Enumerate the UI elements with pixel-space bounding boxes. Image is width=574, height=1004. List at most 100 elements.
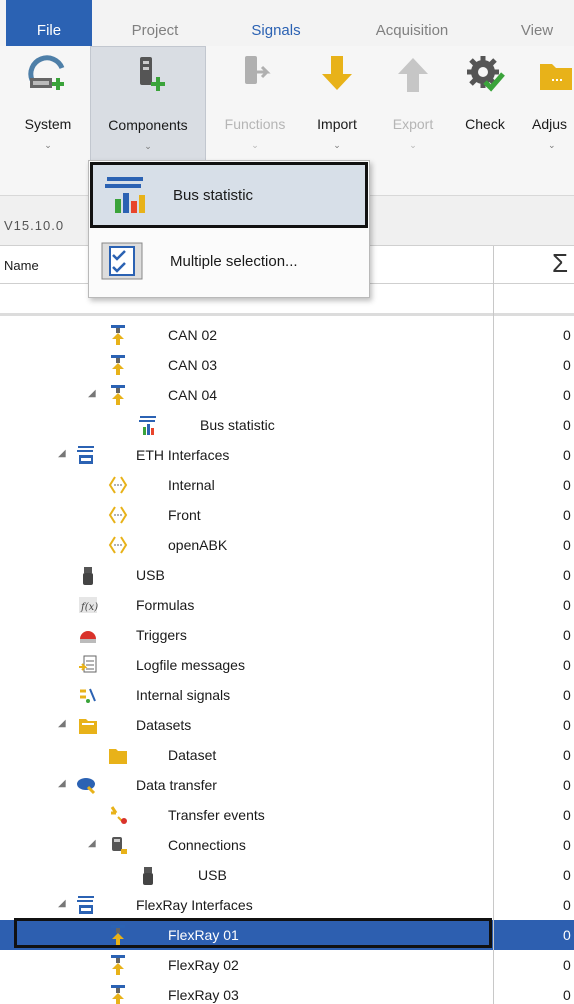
column-divider (493, 246, 494, 1004)
tree-row-label: CAN 04 (168, 387, 218, 403)
menu-item-bus-statistic[interactable]: Bus statistic (90, 162, 368, 228)
tree-row-label: Internal (168, 477, 215, 493)
chevron-down-icon: ⌄ (548, 140, 556, 150)
tree-row[interactable]: Front 0 (0, 500, 574, 530)
tree-row-count: 0 (563, 867, 571, 883)
tree-row-label: Triggers (136, 627, 187, 643)
functions-icon (245, 56, 271, 84)
collapse-toggle-icon[interactable]: ◢ (88, 838, 96, 849)
tree-row-label: Transfer events (168, 807, 265, 823)
tab-file[interactable]: File (6, 0, 92, 46)
tree-row[interactable]: ◢ Connections 0 (0, 830, 574, 860)
tree-row[interactable]: CAN 02 0 (0, 320, 574, 350)
tree-row-label: Formulas (136, 597, 195, 613)
collapse-toggle-icon[interactable]: ◢ (58, 718, 66, 729)
tree-row-count: 0 (563, 387, 571, 403)
tree-row[interactable]: Triggers 0 (0, 620, 574, 650)
tree-row-label: Logfile messages (136, 657, 245, 673)
tree-row[interactable]: Transfer events 0 (0, 800, 574, 830)
tree-row-label: ETH Interfaces (136, 447, 230, 463)
tree-row-count: 0 (563, 897, 571, 913)
chevron-down-icon: ⌄ (333, 140, 341, 150)
tab-signals[interactable]: Signals (226, 0, 326, 46)
tree-row-count: 0 (563, 567, 571, 583)
adjust-label: Adjus (532, 116, 568, 132)
tree-row-count: 0 (563, 507, 571, 523)
tree-row[interactable]: USB 0 (0, 860, 574, 890)
collapse-toggle-icon[interactable]: ◢ (58, 898, 66, 909)
tree-row-label: Datasets (136, 717, 192, 733)
system-label: System (24, 116, 72, 132)
eth-port-icon (108, 476, 128, 494)
tab-project[interactable]: Project (110, 0, 200, 46)
menu-item-label: Multiple selection... (170, 253, 298, 270)
dataset-folder-icon (109, 749, 127, 764)
tree-row[interactable]: ◢ ETH Interfaces 0 (0, 440, 574, 470)
tree-row[interactable]: FlexRay 01 0 (0, 920, 574, 950)
collapse-toggle-icon[interactable]: ◢ (88, 388, 96, 399)
chevron-down-icon: ⌄ (44, 140, 52, 150)
export-button[interactable]: Export ⌄ (376, 46, 450, 164)
tree-row-label: Front (168, 507, 201, 523)
tree-row[interactable]: ◢ FlexRay Interfaces 0 (0, 890, 574, 920)
tree-row[interactable]: ◢ CAN 04 0 (0, 380, 574, 410)
column-header-name[interactable]: Name (4, 258, 39, 273)
internal-signals-icon (80, 688, 96, 703)
functions-label: Functions (224, 116, 286, 132)
tree-row-label: FlexRay 03 (168, 987, 239, 1003)
tree-row-label: CAN 02 (168, 327, 218, 343)
tree-row-count: 0 (563, 597, 571, 613)
tree-row-label: Data transfer (136, 777, 217, 793)
tab-view[interactable]: View (500, 0, 574, 46)
tree-row[interactable]: Internal 0 (0, 470, 574, 500)
tree-row-count: 0 (563, 807, 571, 823)
column-header-sum[interactable]: Σ (552, 248, 568, 279)
can-interface-icon (111, 355, 125, 375)
import-button[interactable]: Import ⌄ (304, 46, 370, 164)
tree-row[interactable]: ◢ Datasets 0 (0, 710, 574, 740)
tree-row[interactable]: Internal signals 0 (0, 680, 574, 710)
tree-row-label: FlexRay 02 (168, 957, 239, 973)
tree-row[interactable]: FlexRay 03 0 (0, 980, 574, 1004)
tree-row[interactable]: Dataset 0 (0, 740, 574, 770)
tree-row-count: 0 (563, 927, 571, 943)
flexray-interface-icon (111, 925, 125, 945)
tree-row-label: USB (198, 867, 227, 883)
tree-row[interactable]: ◢ Data transfer 0 (0, 770, 574, 800)
components-add-icon (140, 57, 165, 91)
menu-item-multiple-selection[interactable]: Multiple selection... (90, 231, 368, 297)
tree-row[interactable]: FlexRay 02 0 (0, 950, 574, 980)
tree-row-count: 0 (563, 717, 571, 733)
chevron-down-icon: ⌄ (409, 140, 417, 150)
adjust-folder-icon (540, 64, 572, 90)
check-label: Check (465, 116, 505, 132)
export-label: Export (392, 116, 434, 132)
svg-text:f(x): f(x) (80, 602, 98, 613)
tree-row[interactable]: f(x) Formulas 0 (0, 590, 574, 620)
menu-item-label: Bus statistic (173, 187, 254, 204)
system-add-icon (28, 55, 65, 90)
tree-row-count: 0 (563, 357, 571, 373)
system-button[interactable]: System ⌄ (8, 46, 88, 164)
export-arrow-icon (398, 58, 428, 92)
tree-row[interactable]: openABK 0 (0, 530, 574, 560)
functions-button[interactable]: Functions ⌄ (212, 46, 298, 164)
version-label: V15.10.0 (4, 218, 65, 233)
tree-row-label: FlexRay 01 (168, 927, 239, 943)
tree-row[interactable]: Bus statistic 0 (0, 410, 574, 440)
tree-row[interactable]: CAN 03 0 (0, 350, 574, 380)
check-button[interactable]: Check (452, 46, 518, 164)
tree-row[interactable]: Logfile messages 0 (0, 650, 574, 680)
components-button[interactable]: Components ⌄ (90, 46, 206, 164)
components-dropdown-menu: Bus statistic Multiple selection... (88, 160, 370, 298)
tree-row-count: 0 (563, 447, 571, 463)
tree-row-label: Dataset (168, 747, 217, 763)
usb-icon (143, 867, 153, 885)
collapse-toggle-icon[interactable]: ◢ (58, 778, 66, 789)
tab-acquisition[interactable]: Acquisition (350, 0, 474, 46)
tree-row[interactable]: USB 0 (0, 560, 574, 590)
adjust-button[interactable]: Adjus ⌄ (524, 46, 574, 164)
tree-row-count: 0 (563, 657, 571, 673)
collapse-toggle-icon[interactable]: ◢ (58, 448, 66, 459)
tree-row-label: Bus statistic (200, 417, 275, 433)
